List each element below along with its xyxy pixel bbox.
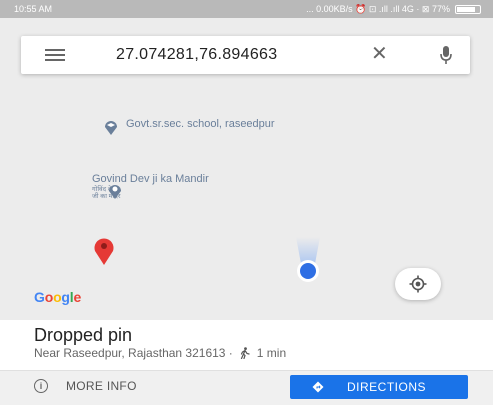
status-bar: 10:55 AM ... 0.00KB/s ⏰ ⊡ .ıll .ıll 4G ·… [0, 0, 493, 18]
status-indicators: ... 0.00KB/s ⏰ ⊡ .ıll .ıll 4G · ⊠ 77% [306, 4, 481, 15]
search-input[interactable]: 27.074281,76.894663 [116, 46, 277, 64]
status-time: 10:55 AM [14, 4, 53, 14]
place-title: Dropped pin [34, 325, 133, 345]
google-logo-letter: g [61, 289, 70, 305]
place-sheet[interactable]: Dropped pin Near Raseedpur, Rajasthan 32… [0, 320, 493, 370]
walk-time: 1 min [256, 346, 287, 360]
temple-pin-icon[interactable] [106, 182, 124, 200]
directions-label: DIRECTIONS [347, 380, 427, 394]
my-location-icon [409, 275, 427, 293]
hamburger-menu-icon[interactable] [45, 49, 65, 61]
google-logo-letter: o [44, 289, 54, 305]
poi-school-label: Govt.sr.sec. school, raseedpur [126, 118, 275, 130]
place-subtitle: Near Raseedpur, Rajasthan 321613 · 1 min [34, 346, 286, 360]
more-info-button[interactable]: i MORE INFO [34, 379, 137, 393]
directions-button[interactable]: DIRECTIONS [290, 375, 468, 399]
action-bar: i MORE INFO DIRECTIONS [0, 370, 493, 405]
search-bar[interactable]: 27.074281,76.894663 ✕ [21, 36, 470, 74]
map-view[interactable]: 27.074281,76.894663 ✕ Govt.sr.sec. schoo… [0, 18, 493, 320]
dropped-pin-icon[interactable] [90, 236, 118, 266]
more-info-label: MORE INFO [66, 379, 137, 393]
school-pin-icon [105, 121, 117, 135]
place-address: Near Raseedpur, Rajasthan 321613 · [34, 346, 233, 360]
google-logo: Google [34, 289, 81, 305]
battery-icon [455, 4, 481, 14]
close-icon[interactable]: ✕ [371, 44, 388, 64]
status-indicators-text: ... 0.00KB/s ⏰ ⊡ .ıll .ıll 4G · ⊠ 77% [306, 3, 450, 14]
mic-icon[interactable] [439, 45, 453, 65]
walk-icon [240, 347, 250, 359]
google-logo-letter: e [73, 289, 82, 305]
google-logo-letter: G [34, 289, 45, 305]
poi-school[interactable]: Govt.sr.sec. school, raseedpur [102, 118, 276, 136]
my-location-button[interactable] [395, 268, 441, 300]
my-location-dot [296, 237, 320, 282]
directions-icon [312, 381, 324, 393]
info-icon: i [34, 379, 48, 393]
